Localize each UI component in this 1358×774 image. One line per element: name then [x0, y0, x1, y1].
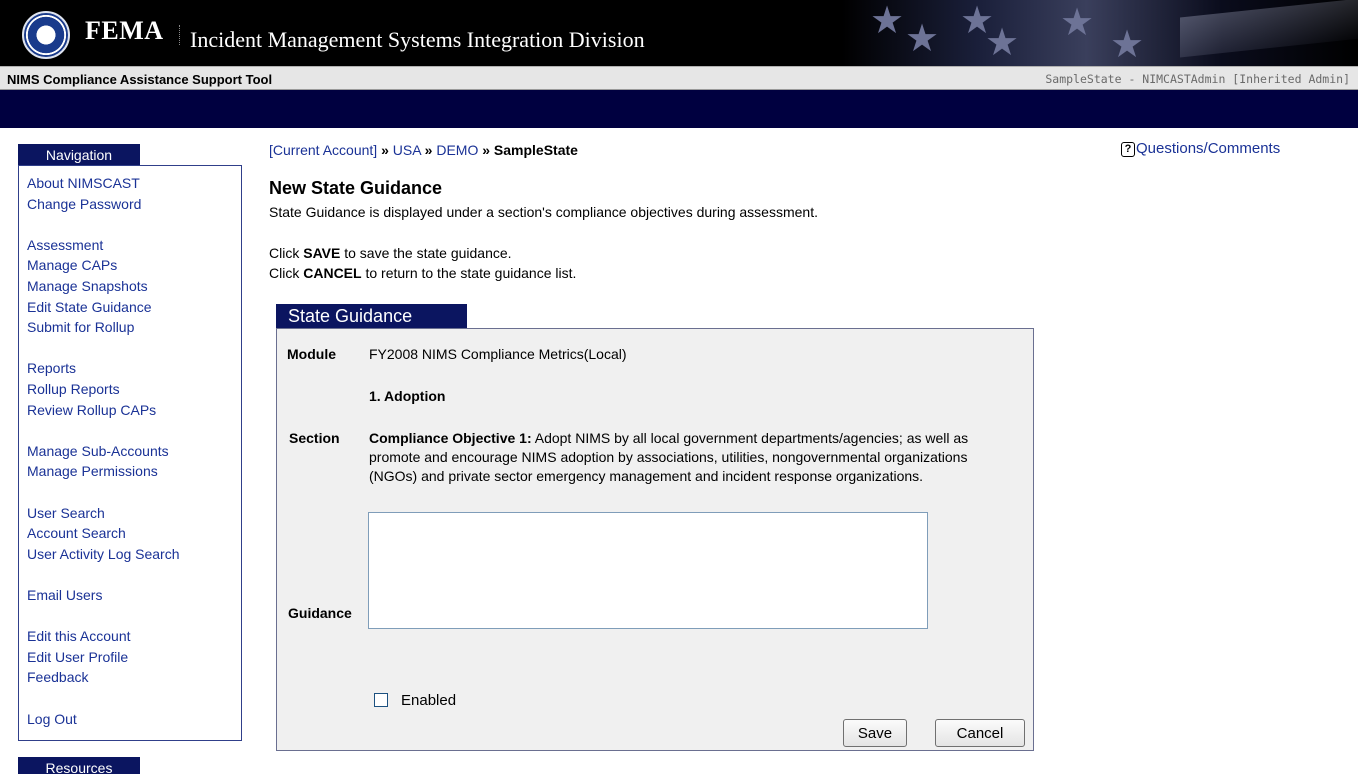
sidebar-link-change-password[interactable]: Change Password — [27, 196, 141, 212]
module-label: Module — [287, 346, 336, 362]
state-guidance-tab: State Guidance — [276, 304, 467, 329]
page-description: State Guidance is displayed under a sect… — [269, 204, 818, 220]
breadcrumb: [Current Account] » USA » DEMO » SampleS… — [269, 142, 578, 158]
sidebar-link-submit-for-rollup[interactable]: Submit for Rollup — [27, 319, 134, 335]
questions-comments-label: Questions/Comments — [1136, 140, 1281, 157]
enabled-label[interactable]: Enabled — [401, 692, 456, 709]
star-icon: ★ — [905, 18, 940, 60]
dhs-seal-icon — [22, 11, 70, 59]
breadcrumb-link[interactable]: DEMO — [436, 142, 478, 158]
sidebar-link-rollup-reports[interactable]: Rollup Reports — [27, 381, 120, 397]
compliance-objective-text: Compliance Objective 1: Adopt NIMS by al… — [369, 429, 1019, 486]
breadcrumb-link[interactable]: USA — [393, 142, 421, 158]
sidebar-link-manage-snapshots[interactable]: Manage Snapshots — [27, 278, 148, 294]
sidebar-link-manage-permissions[interactable]: Manage Permissions — [27, 463, 158, 479]
navigation-tab: Navigation — [18, 144, 140, 166]
enabled-checkbox[interactable] — [374, 693, 388, 707]
sidebar-link-edit-this-account[interactable]: Edit this Account — [27, 628, 131, 644]
resources-tab: Resources — [18, 757, 140, 774]
breadcrumb-link[interactable]: [Current Account] — [269, 142, 377, 158]
star-icon: ★ — [1060, 2, 1095, 44]
sidebar-link-edit-user-profile[interactable]: Edit User Profile — [27, 649, 128, 665]
breadcrumb-current: SampleState — [493, 142, 578, 158]
section-label: Section — [289, 430, 340, 446]
question-icon: ? — [1121, 142, 1135, 157]
sidebar-link-user-activity-log-search[interactable]: User Activity Log Search — [27, 546, 180, 562]
banner-separator — [179, 25, 180, 45]
sidebar-link-reports[interactable]: Reports — [27, 360, 76, 376]
sidebar-link-manage-caps[interactable]: Manage CAPs — [27, 257, 117, 273]
sidebar-link-user-search[interactable]: User Search — [27, 505, 105, 521]
tool-title: NIMS Compliance Assistance Support Tool — [7, 72, 273, 87]
sidebar-link-assessment[interactable]: Assessment — [27, 237, 103, 253]
sidebar-link-account-search[interactable]: Account Search — [27, 525, 126, 541]
sidebar-link-review-rollup-caps[interactable]: Review Rollup CAPs — [27, 402, 156, 418]
save-instruction: Click SAVE to save the state guidance. — [269, 245, 512, 261]
page-title: New State Guidance — [269, 178, 443, 198]
save-button[interactable]: Save — [843, 719, 907, 747]
guidance-textarea[interactable] — [368, 512, 928, 629]
fema-banner: ★ ★ ★ ★ ★ ★ FEMA Incident Management Sys… — [0, 0, 1358, 66]
breadcrumb-separator: » — [424, 142, 433, 158]
tool-title-bar: NIMS Compliance Assistance Support Tool … — [0, 66, 1358, 90]
section-heading: 1. Adoption — [369, 388, 446, 404]
flag-stripes-decoration — [1180, 0, 1358, 58]
star-icon: ★ — [870, 0, 905, 42]
questions-comments-link[interactable]: ? Questions/Comments — [1121, 140, 1280, 157]
header: ★ ★ ★ ★ ★ ★ FEMA Incident Management Sys… — [0, 0, 1358, 128]
navigation-panel: About NIMSCAST Change Password Assessment M… — [18, 165, 242, 741]
state-guidance-form: Module FY2008 NIMS Compliance Metrics(Lo… — [276, 328, 1034, 751]
sidebar-link-manage-sub-accounts[interactable]: Manage Sub-Accounts — [27, 443, 169, 459]
sidebar-link-edit-state-guidance[interactable]: Edit State Guidance — [27, 299, 152, 315]
division-title: Incident Management Systems Integration … — [190, 27, 645, 52]
breadcrumb-separator: » — [381, 142, 389, 158]
objective-label: Compliance Objective 1: — [369, 430, 532, 446]
star-icon: ★ — [1110, 24, 1145, 66]
user-info: SampleState - NIMCASTAdmin [Inherited Ad… — [1045, 72, 1350, 86]
sidebar-link-about-nimscast[interactable]: About NIMSCAST — [27, 175, 140, 191]
star-icon: ★ — [985, 22, 1020, 64]
module-value: FY2008 NIMS Compliance Metrics(Local) — [369, 346, 627, 362]
guidance-label: Guidance — [288, 605, 352, 621]
cancel-button[interactable]: Cancel — [935, 719, 1025, 747]
sidebar-link-log-out[interactable]: Log Out — [27, 711, 77, 727]
breadcrumb-separator: » — [482, 142, 491, 158]
sidebar-link-feedback[interactable]: Feedback — [27, 669, 88, 685]
sidebar-link-email-users[interactable]: Email Users — [27, 587, 102, 603]
fema-logo[interactable]: FEMA — [85, 16, 164, 46]
cancel-instruction: Click CANCEL to return to the state guid… — [269, 265, 577, 281]
